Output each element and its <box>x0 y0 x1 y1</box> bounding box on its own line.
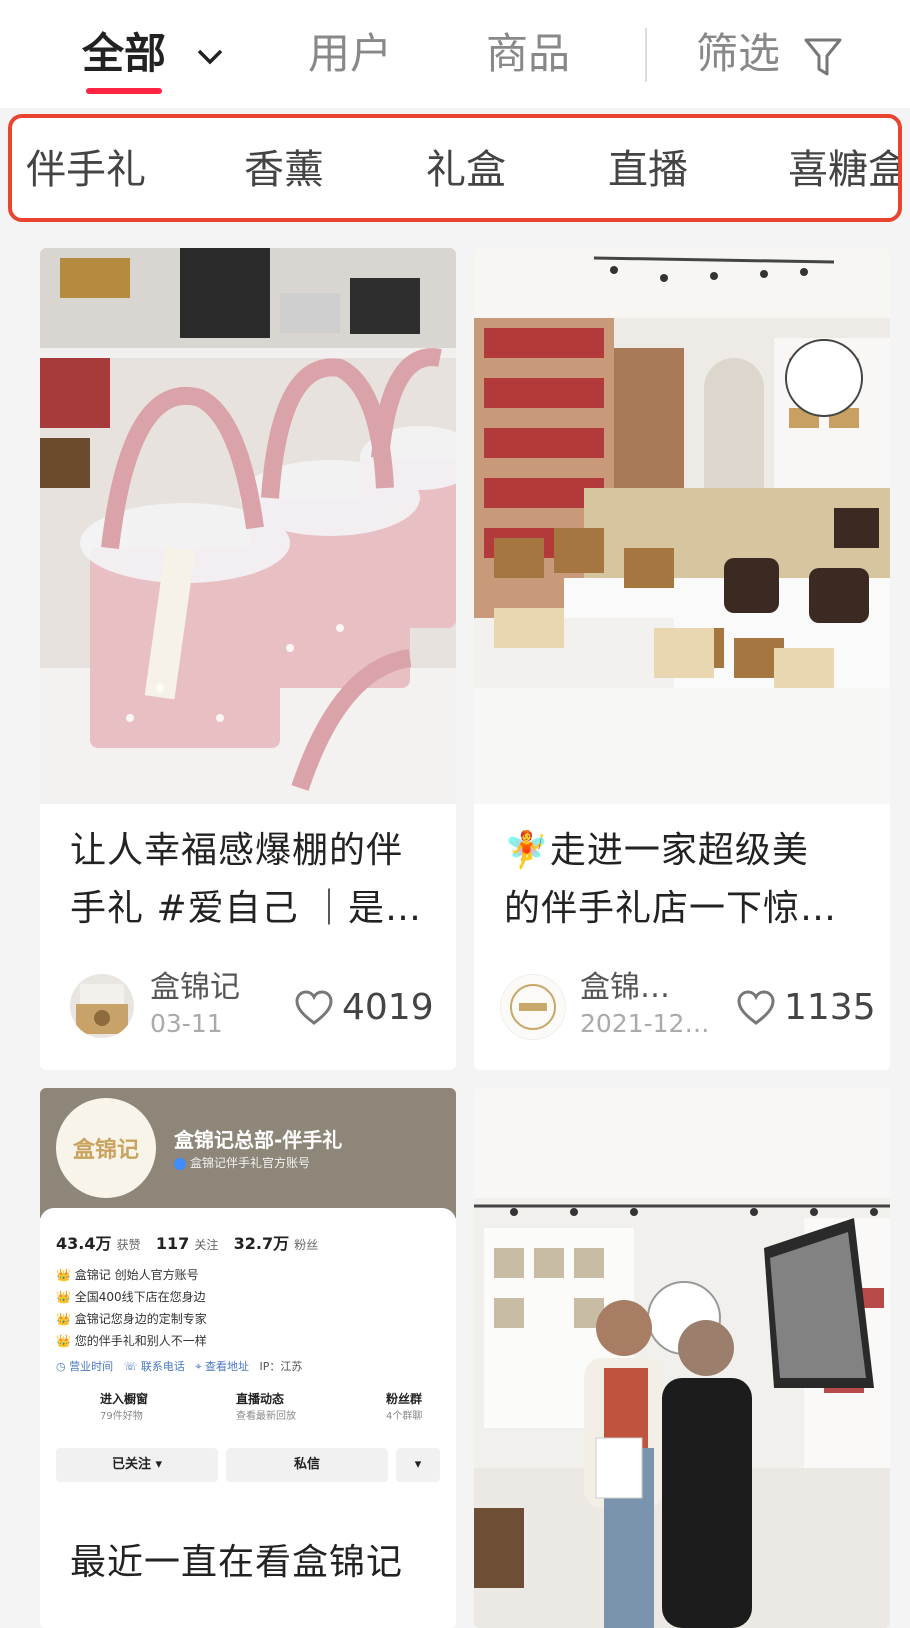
chip-keyword[interactable]: 直播 <box>608 144 688 196</box>
chip-keyword[interactable]: 礼盒 <box>426 144 506 196</box>
fairy-emoji: 🧚 <box>504 830 550 871</box>
bio-text: 全国400线下店在您身边 <box>74 1290 206 1304</box>
chip-keyword[interactable]: 喜糖盒 <box>788 144 898 196</box>
tab-users[interactable]: 用户 <box>308 26 392 82</box>
action-fans: 粉丝群 4个群聊 <box>342 1390 452 1422</box>
like-count: 4019 <box>342 987 434 1028</box>
tab-products[interactable]: 商品 <box>486 26 570 82</box>
note-card[interactable]: 让人幸福感爆棚的伴 手礼 #爱自己 ｜是… 盒锦记 03-11 4019 <box>40 248 456 1070</box>
author-name[interactable]: 盒锦… <box>580 970 670 1006</box>
note-card[interactable] <box>474 1088 890 1628</box>
action-window: 进入橱窗 79件好物 <box>56 1390 176 1422</box>
profile-bio: 👑 盒锦记 创始人官方账号 👑 全国400线下店在您身边 👑 盒锦记您身边的定制… <box>56 1264 207 1352</box>
action-sub: 79件好物 <box>100 1411 143 1422</box>
action-title: 直播动态 <box>236 1392 285 1406</box>
bio-text: 您的伴手礼和别人不一样 <box>74 1334 207 1348</box>
action-title: 粉丝群 <box>386 1392 423 1406</box>
action-live: 直播动态查看最新回放 <box>192 1390 322 1422</box>
filter-button[interactable]: 筛选 <box>696 26 843 82</box>
bio-line: 👑 全国400线下店在您身边 <box>56 1290 206 1304</box>
note-card[interactable]: 🧚走进一家超级美 的伴手礼店一下惊… 盒锦… 2021-12… 1135 <box>474 248 890 1070</box>
post-date: 03-11 <box>150 1009 223 1038</box>
follow-state: 已关注 ▾ <box>56 1448 218 1482</box>
avatar[interactable] <box>500 974 566 1040</box>
keyword-chips-row: 伴手礼 香薰 礼盒 直播 喜糖盒 <box>8 114 902 222</box>
avatar[interactable] <box>70 974 134 1038</box>
stat-label: 关注 <box>194 1238 219 1252</box>
tab-all-label: 全部 <box>82 29 167 78</box>
action-title: 进入橱窗 <box>100 1392 149 1406</box>
profile-name: 盒锦记总部-伴手礼 <box>174 1128 343 1152</box>
author-name[interactable]: 盒锦记 <box>150 970 240 1006</box>
logo-text: 盒锦记 <box>72 1138 139 1163</box>
bio-text: 盒锦记 创始人官方账号 <box>74 1268 199 1282</box>
note-title-text: 走进一家超级美 <box>549 830 809 871</box>
action-sub: 查看最新回放 <box>236 1411 296 1422</box>
bio-line: 👑 盒锦记您身边的定制专家 <box>56 1312 207 1326</box>
note-title-line: 的伴手礼店一下惊… <box>504 888 838 929</box>
search-results-header: 全部 用户 商品 筛选 <box>0 0 910 108</box>
note-title-line: 让人幸福感爆棚的伴 <box>70 830 404 871</box>
bio-line: 👑 您的伴手礼和别人不一样 <box>56 1334 207 1348</box>
info-address: 查看地址 <box>205 1360 250 1373</box>
like-count: 1135 <box>784 987 876 1028</box>
verified-icon <box>174 1157 186 1170</box>
note-cover-image <box>40 248 456 804</box>
stat-following-num: 117 <box>155 1234 190 1253</box>
note-cover-image: 盒锦记 盒锦记总部-伴手礼 盒锦记伴手礼官方账号 43.4万 获赞 117 关注… <box>40 1088 456 1528</box>
profile-actions: 进入橱窗 79件好物 直播动态查看最新回放 粉丝群 4个群聊 <box>56 1390 446 1430</box>
note-cover-image <box>474 248 890 804</box>
heart-icon[interactable] <box>294 990 334 1026</box>
filter-icon <box>804 38 842 75</box>
note-cover-image <box>474 1088 890 1628</box>
stat-label: 粉丝 <box>294 1238 319 1252</box>
tab-divider <box>645 28 647 82</box>
profile-logo: 盒锦记 <box>56 1098 156 1198</box>
chevron-down-icon <box>197 49 222 64</box>
bio-text: 盒锦记您身边的定制专家 <box>74 1312 207 1326</box>
info-ip: IP：江苏 <box>259 1360 303 1373</box>
verify-text: 盒锦记伴手礼官方账号 <box>190 1156 311 1170</box>
chip-keyword[interactable]: 伴手礼 <box>26 144 146 196</box>
profile-verify: 盒锦记伴手礼官方账号 <box>174 1154 310 1171</box>
more-state: ▾ <box>396 1448 440 1482</box>
stat-likes-num: 43.4万 <box>56 1234 112 1253</box>
note-card[interactable]: 盒锦记 盒锦记总部-伴手礼 盒锦记伴手礼官方账号 43.4万 获赞 117 关注… <box>40 1088 456 1628</box>
note-title-line: 手礼 #爱自己 ｜是… <box>70 888 423 929</box>
note-title-line: 🧚走进一家超级美 <box>504 822 809 880</box>
profile-stats: 43.4万 获赞 117 关注 32.7万 粉丝 <box>56 1230 318 1254</box>
filter-label: 筛选 <box>696 29 781 78</box>
message-state: 私信 <box>226 1448 388 1482</box>
heart-icon[interactable] <box>736 990 776 1026</box>
stat-label: 获赞 <box>116 1238 141 1252</box>
post-date: 2021-12… <box>580 1009 710 1038</box>
action-sub: 4个群聊 <box>386 1411 423 1422</box>
tab-all[interactable]: 全部 <box>82 26 225 82</box>
chip-keyword[interactable]: 香薰 <box>244 144 324 196</box>
profile-info-row: ◷ 营业时间 ☏ 联系电话 ⌖ 查看地址 IP：江苏 <box>56 1360 303 1373</box>
note-title-line: 最近一直在看盒锦记 <box>70 1542 404 1583</box>
bio-line: 👑 盒锦记 创始人官方账号 <box>56 1268 199 1282</box>
active-tab-indicator <box>86 88 162 94</box>
stat-fans-num: 32.7万 <box>233 1234 290 1253</box>
info-phone: 联系电话 <box>140 1360 185 1373</box>
info-hours: 营业时间 <box>69 1360 114 1373</box>
